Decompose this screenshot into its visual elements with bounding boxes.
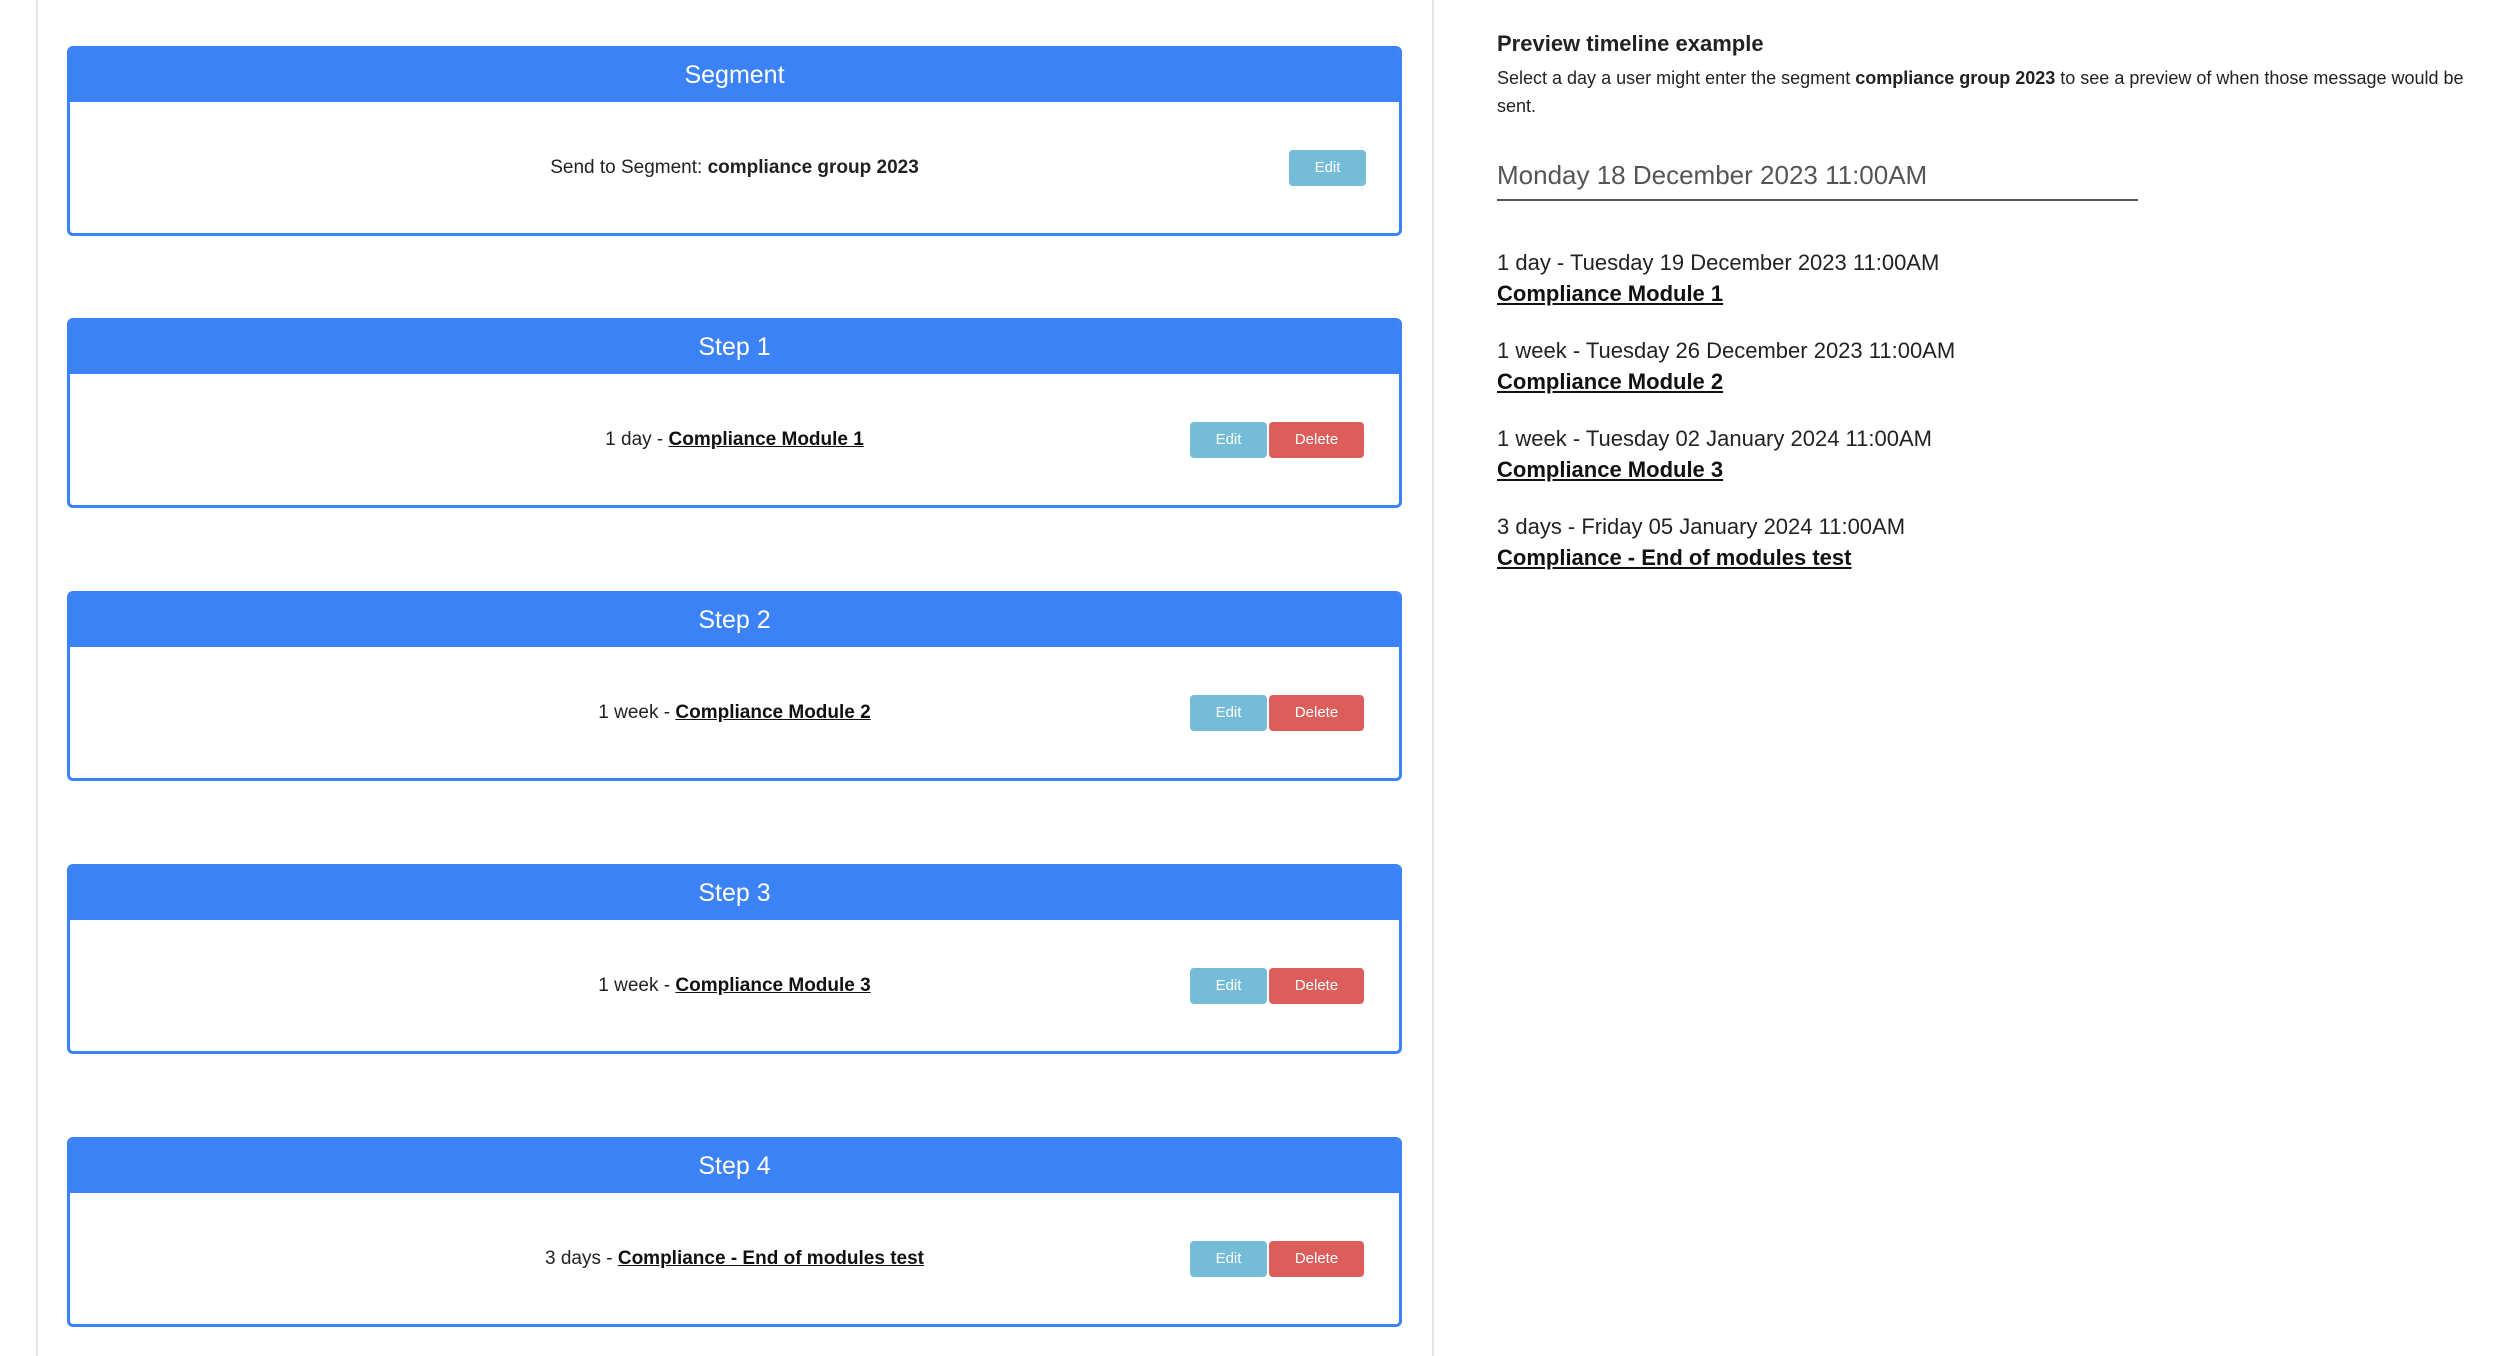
step-card-2: Step 2 1 week - Compliance Module 2 Edit… [67,591,1402,781]
step-body: 1 day - Compliance Module 1 Edit Delete [70,374,1399,505]
step-delete-button[interactable]: Delete [1269,968,1364,1004]
timeline-module-link[interactable]: Compliance Module 3 [1497,454,1723,486]
preview-date-input[interactable] [1497,152,2138,201]
step-card-1: Step 1 1 day - Compliance Module 1 Edit … [67,318,1402,508]
step-edit-button[interactable]: Edit [1190,422,1267,458]
step-delete-button[interactable]: Delete [1269,1241,1364,1277]
column-divider [1432,0,1434,1356]
timeline-when: 1 week - Tuesday 26 December 2023 11:00A… [1497,338,1956,363]
step-edit-button[interactable]: Edit [1190,968,1267,1004]
step-edit-button[interactable]: Edit [1190,1241,1267,1277]
step-card-3: Step 3 1 week - Compliance Module 3 Edit… [67,864,1402,1054]
step-module-link[interactable]: Compliance - End of modules test [618,1248,924,1269]
step-header: Step 1 [70,321,1399,374]
preview-desc-before: Select a day a user might enter the segm… [1497,68,1856,88]
step-delete-button[interactable]: Delete [1269,695,1364,731]
segment-card-text: Send to Segment: compliance group 2023 [70,102,1399,233]
preview-desc-segment: compliance group 2023 [1855,68,2056,88]
preview-description: Select a day a user might enter the segm… [1497,64,2477,120]
step-header: Step 2 [70,594,1399,647]
preview-timeline-panel: Preview timeline example Select a day a … [1497,30,2477,570]
step-body: 1 week - Compliance Module 3 Edit Delete [70,920,1399,1051]
timeline-when: 1 day - Tuesday 19 December 2023 11:00AM [1497,250,1940,275]
segment-name: compliance group 2023 [707,157,919,178]
step-delay: 1 week - [598,702,676,723]
segment-edit-button[interactable]: Edit [1289,150,1366,186]
timeline-module-link[interactable]: Compliance Module 1 [1497,278,1723,310]
timeline-module-link[interactable]: Compliance - End of modules test [1497,542,1851,574]
timeline-item: 1 day - Tuesday 19 December 2023 11:00AM… [1497,248,2397,336]
step-header: Step 4 [70,1140,1399,1193]
step-edit-button[interactable]: Edit [1190,695,1267,731]
timeline-when: 1 week - Tuesday 02 January 2024 11:00AM [1497,426,1932,451]
preview-timeline-list: 1 day - Tuesday 19 December 2023 11:00AM… [1497,248,2397,600]
step-module-link[interactable]: Compliance Module 1 [669,429,864,450]
timeline-item: 3 days - Friday 05 January 2024 11:00AM … [1497,512,2397,600]
segment-card-body: Send to Segment: compliance group 2023 E… [70,102,1399,233]
step-delay: 1 week - [598,975,676,996]
step-module-link[interactable]: Compliance Module 2 [675,702,870,723]
preview-title: Preview timeline example [1497,31,1764,56]
step-delay: 1 day - [605,429,669,450]
segment-text-prefix: Send to Segment: [550,157,708,178]
timeline-module-link[interactable]: Compliance Module 2 [1497,366,1723,398]
step-header: Step 3 [70,867,1399,920]
timeline-when: 3 days - Friday 05 January 2024 11:00AM [1497,514,1906,539]
step-body: 1 week - Compliance Module 2 Edit Delete [70,647,1399,778]
segment-card: Segment Send to Segment: compliance grou… [67,46,1402,236]
step-card-4: Step 4 3 days - Compliance - End of modu… [67,1137,1402,1327]
segment-card-header: Segment [70,49,1399,102]
left-divider [36,0,38,1356]
timeline-item: 1 week - Tuesday 26 December 2023 11:00A… [1497,336,2397,424]
timeline-item: 1 week - Tuesday 02 January 2024 11:00AM… [1497,424,2397,512]
step-module-link[interactable]: Compliance Module 3 [675,975,870,996]
step-delete-button[interactable]: Delete [1269,422,1364,458]
step-body: 3 days - Compliance - End of modules tes… [70,1193,1399,1324]
step-delay: 3 days - [544,1248,618,1269]
